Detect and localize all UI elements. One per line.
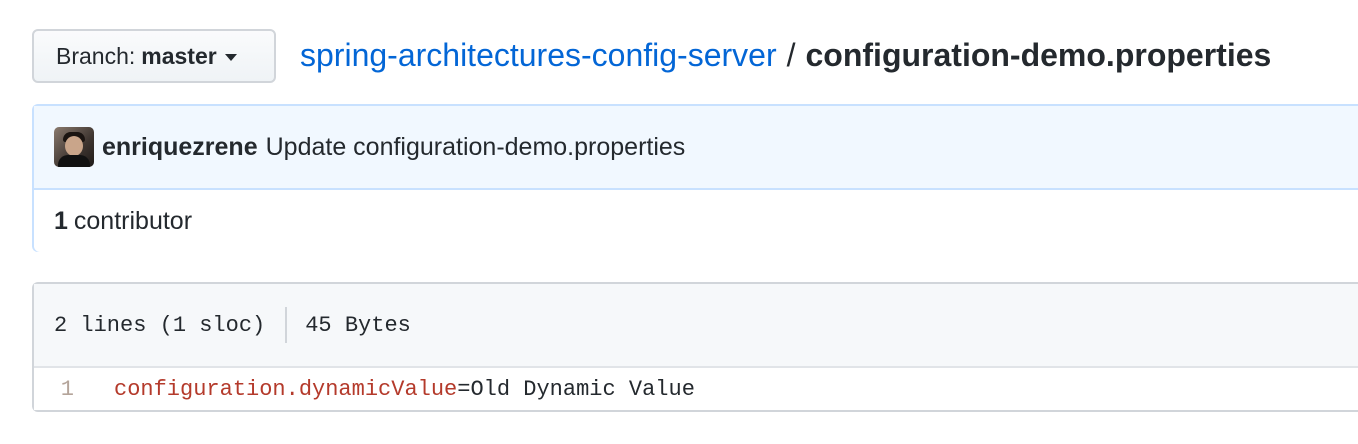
property-value: Old Dynamic Value xyxy=(470,376,695,402)
avatar[interactable] xyxy=(54,127,94,167)
repo-link[interactable]: spring-architectures-config-server xyxy=(300,37,777,74)
contributor-count: 1 xyxy=(54,206,68,235)
code-line: 1 configuration.dynamicValue = Old Dynamic… xyxy=(34,368,1358,410)
property-key: configuration.dynamicValue xyxy=(114,376,458,402)
file-info-header: 2 lines (1 sloc) 45 Bytes xyxy=(34,284,1358,368)
branch-prefix-label: Branch: xyxy=(56,42,136,69)
file-content-box: 2 lines (1 sloc) 45 Bytes 1 configuratio… xyxy=(32,282,1358,412)
avatar-body xyxy=(58,155,90,167)
file-name-title: configuration-demo.properties xyxy=(805,36,1272,73)
file-info-divider xyxy=(285,307,288,343)
commit-author-link[interactable]: enriquezrene xyxy=(102,133,258,162)
avatar-face xyxy=(65,136,83,156)
file-line-count: 2 lines (1 sloc) xyxy=(54,312,266,338)
branch-selector-button[interactable]: Branch: master xyxy=(32,29,276,83)
breadcrumb-separator: / xyxy=(786,36,796,73)
property-operator: = xyxy=(457,376,471,402)
file-size: 45 Bytes xyxy=(305,312,411,338)
caret-down-icon xyxy=(224,54,237,61)
breadcrumb: spring-architectures-config-server / con… xyxy=(300,33,1271,77)
contributors-row[interactable]: 1 contributor xyxy=(34,190,1358,252)
commit-message-link[interactable]: Update configuration-demo.properties xyxy=(266,133,686,162)
file-view-page: Branch: master spring-architectures-conf… xyxy=(0,0,1358,444)
contributor-label: contributor xyxy=(73,206,193,235)
line-number[interactable]: 1 xyxy=(34,377,114,402)
latest-commit-bar: enriquezrene Update configuration-demo.p… xyxy=(34,106,1358,190)
commit-tease-box: enriquezrene Update configuration-demo.p… xyxy=(32,104,1358,252)
branch-name-label: master xyxy=(141,42,217,69)
